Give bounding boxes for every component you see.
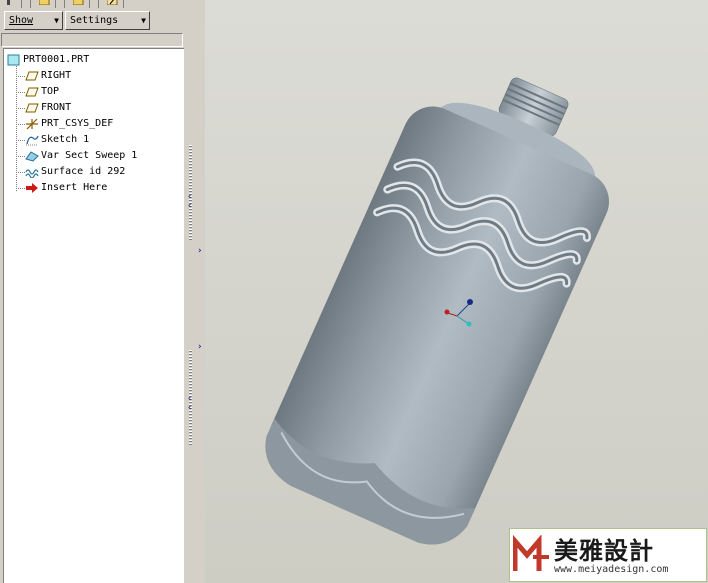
tree-item-label: PRT_CSYS_DEF [41,118,114,129]
tab-connections[interactable] [98,0,124,8]
tree-tab-icon [7,0,10,5]
collapse-left-icon[interactable]: ‹ ‹ [187,193,192,211]
tree-branch [16,156,25,157]
model-tree: PRT0001.PRT RIGHT TOP FRONT PRT_CSYS_DEF… [3,48,184,583]
meiya-logo-icon [513,535,549,571]
tree-branch [16,108,25,109]
connections-icon [107,0,118,5]
show-menu-label: Show [9,15,34,26]
part-icon [7,54,20,66]
tree-item-label: FRONT [41,102,72,113]
panel-splitter[interactable]: ‹ ‹ › › ‹ ‹ [185,0,205,583]
tree-branch [16,140,25,141]
datum-plane-icon [25,71,39,81]
settings-menu-button[interactable]: Settings ▼ [65,11,150,30]
chevron-down-icon: ▼ [141,16,146,25]
graphics-viewport[interactable] [205,0,708,583]
model-tree-panel: Show ▼ Settings ▼ PRT0001.PRT RIGHT TOP … [0,0,188,583]
tree-toolbar: Show ▼ Settings ▼ [0,10,188,32]
tab-folder-browser[interactable] [30,0,56,8]
datum-plane-icon [25,87,39,97]
panel-tabs [0,0,188,9]
tree-branch [16,92,25,93]
expand-right-icon[interactable]: › [197,247,202,256]
tab-model-tree[interactable] [0,0,22,8]
tree-branch [16,124,25,125]
tree-branch [16,76,25,77]
watermark-url: www.meiyadesign.com [554,564,669,575]
tree-item-label: Surface id 292 [41,166,126,177]
bottle-model [265,77,609,545]
surface-icon [25,169,39,178]
tree-item-label: Insert Here [41,182,108,193]
tree-filter-bar[interactable] [1,33,183,47]
expand-right-icon[interactable]: › [197,343,202,352]
collapse-left-icon[interactable]: ‹ ‹ [187,395,192,413]
watermark-logo: 美雅設計 www.meiyadesign.com [509,528,707,582]
coordinate-system-icon [26,118,38,130]
tree-item-label: TOP [41,86,60,97]
settings-menu-label: Settings [70,15,119,26]
datum-plane-icon [25,103,39,113]
favorites-icon [73,0,84,5]
insert-arrow-icon [26,183,38,193]
folder-icon [39,0,50,5]
watermark-title: 美雅設計 [554,537,654,565]
show-menu-button[interactable]: Show ▼ [4,11,63,30]
tree-item-label: Var Sect Sweep 1 [41,150,138,161]
sketch-icon [26,135,39,146]
tree-item-label: RIGHT [41,70,72,81]
tree-root-label: PRT0001.PRT [23,54,90,65]
tree-branch [16,188,25,189]
chevron-down-icon: ▼ [54,16,59,25]
tree-item-label: Sketch 1 [41,134,90,145]
tab-favorites[interactable] [64,0,90,8]
tree-branch [16,172,25,173]
sweep-icon [25,151,39,162]
